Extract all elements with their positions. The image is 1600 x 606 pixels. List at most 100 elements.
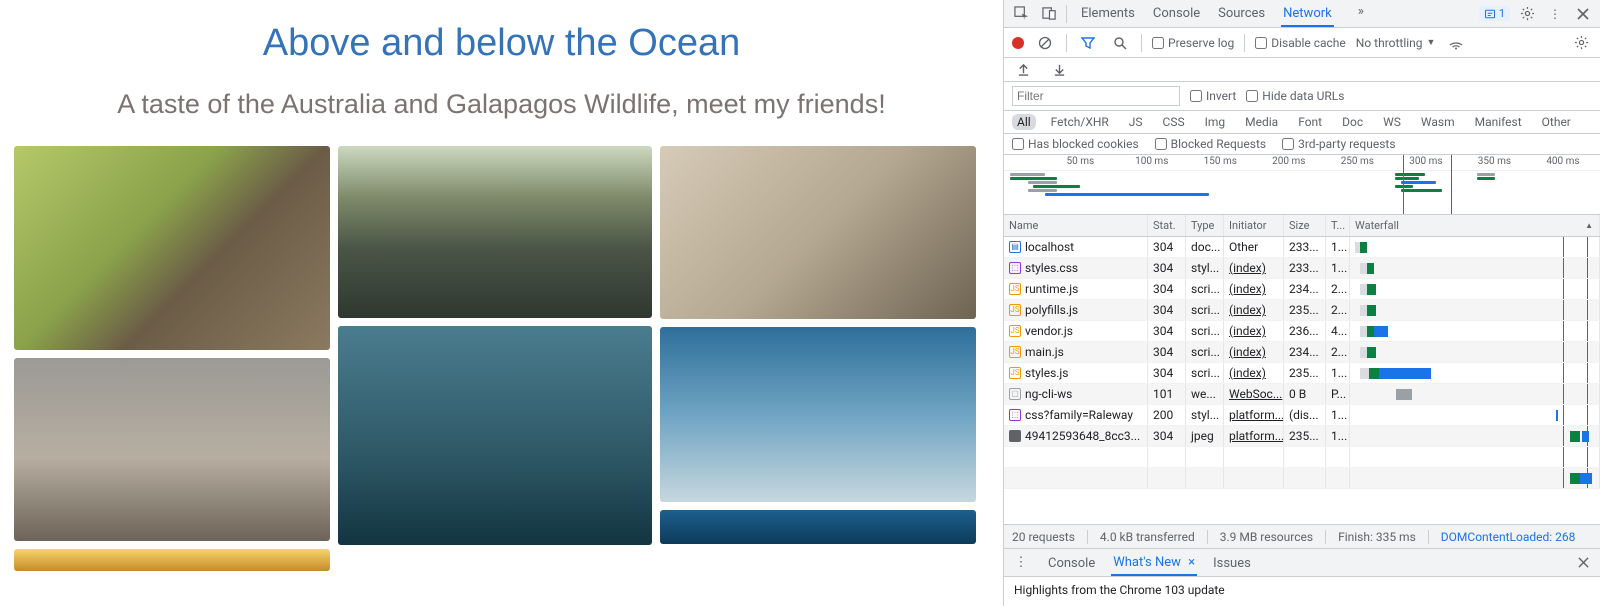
tab-sources[interactable]: Sources bbox=[1216, 1, 1267, 27]
filter-input[interactable] bbox=[1012, 86, 1180, 106]
gallery-tile[interactable] bbox=[660, 327, 976, 502]
request-initiator[interactable]: (index) bbox=[1229, 366, 1266, 380]
page-subtitle: A taste of the Australia and Galapagos W… bbox=[14, 89, 989, 120]
tab-network[interactable]: Network bbox=[1281, 1, 1334, 27]
status-transferred: 4.0 kB transferred bbox=[1100, 530, 1195, 544]
request-status: 304 bbox=[1148, 363, 1186, 383]
table-row[interactable]: ⬚styles.css304styl...(index)233...1... bbox=[1004, 258, 1600, 279]
device-toggle-icon[interactable] bbox=[1038, 3, 1060, 25]
request-size: 233... bbox=[1284, 258, 1326, 278]
table-row[interactable]: 49412593648_8cc3...304jpegplatform...235… bbox=[1004, 426, 1600, 447]
table-row[interactable]: ▢ng-cli-ws101we...WebSoc...0 BP... bbox=[1004, 384, 1600, 405]
gallery-tile[interactable] bbox=[14, 146, 330, 350]
filter-chip-css[interactable]: CSS bbox=[1158, 114, 1190, 130]
filter-chip-wasm[interactable]: Wasm bbox=[1416, 114, 1460, 130]
issues-badge[interactable]: 1 bbox=[1479, 6, 1510, 21]
clear-icon[interactable] bbox=[1034, 32, 1056, 54]
table-row[interactable]: JSvendor.js304scri...(index)236...4... bbox=[1004, 321, 1600, 342]
throttling-select[interactable]: No throttling ▼ bbox=[1356, 36, 1436, 50]
gallery-tile[interactable] bbox=[660, 146, 976, 319]
more-tabs-icon[interactable]: » bbox=[1350, 1, 1372, 23]
request-name: ng-cli-ws bbox=[1025, 387, 1072, 401]
table-row[interactable]: JSpolyfills.js304scri...(index)235...2..… bbox=[1004, 300, 1600, 321]
devtools-panel: Elements Console Sources Network » 1 ⋮ bbox=[1003, 0, 1600, 606]
network-conditions-icon[interactable] bbox=[1445, 32, 1467, 54]
drawer-tab-whatsnew[interactable]: What's New × bbox=[1111, 550, 1197, 576]
table-row[interactable] bbox=[1004, 447, 1600, 468]
request-name: vendor.js bbox=[1025, 324, 1073, 338]
kebab-icon[interactable]: ⋮ bbox=[1010, 552, 1032, 574]
drawer-tab-issues[interactable]: Issues bbox=[1211, 551, 1253, 575]
filter-chip-ws[interactable]: WS bbox=[1378, 114, 1406, 130]
invert-checkbox[interactable]: Invert bbox=[1190, 89, 1236, 103]
table-header[interactable]: Name Stat. Type Initiator Size T... Wate… bbox=[1004, 215, 1600, 237]
filter-icon[interactable] bbox=[1077, 32, 1099, 54]
timeline-overview[interactable]: 50 ms100 ms150 ms200 ms250 ms300 ms350 m… bbox=[1004, 155, 1600, 215]
drawer-tab-console[interactable]: Console bbox=[1046, 551, 1097, 575]
request-initiator[interactable]: platform... bbox=[1229, 429, 1284, 443]
gear-icon[interactable] bbox=[1570, 32, 1592, 54]
table-row[interactable] bbox=[1004, 468, 1600, 489]
close-icon[interactable] bbox=[1572, 552, 1594, 574]
disable-cache-checkbox[interactable]: Disable cache bbox=[1255, 36, 1346, 50]
request-initiator[interactable]: (index) bbox=[1229, 345, 1266, 359]
close-icon[interactable] bbox=[1572, 3, 1594, 25]
type-filter-chips: All Fetch/XHR JS CSS Img Media Font Doc WS Wasm Ma… bbox=[1004, 111, 1600, 134]
preserve-log-checkbox[interactable]: Preserve log bbox=[1152, 36, 1234, 50]
inspect-icon[interactable] bbox=[1010, 3, 1032, 25]
filter-chip-all[interactable]: All bbox=[1012, 114, 1036, 130]
file-type-icon: JS bbox=[1009, 367, 1021, 379]
kebab-icon[interactable]: ⋮ bbox=[1544, 3, 1566, 25]
request-status: 304 bbox=[1148, 279, 1186, 299]
gallery-tile[interactable] bbox=[14, 549, 330, 571]
download-icon[interactable] bbox=[1048, 59, 1070, 81]
filter-chip-manifest[interactable]: Manifest bbox=[1470, 114, 1527, 130]
close-icon[interactable]: × bbox=[1188, 555, 1195, 570]
gallery-tile[interactable] bbox=[338, 326, 652, 545]
tab-console[interactable]: Console bbox=[1151, 1, 1202, 27]
request-type: scri... bbox=[1186, 363, 1224, 383]
request-initiator[interactable]: platform... bbox=[1229, 408, 1284, 422]
request-size: 236... bbox=[1284, 321, 1326, 341]
page-title: Above and below the Ocean bbox=[14, 22, 989, 65]
request-type: doc... bbox=[1186, 237, 1224, 257]
status-dcl: DOMContentLoaded: 268 bbox=[1441, 530, 1576, 544]
third-party-checkbox[interactable]: 3rd-party requests bbox=[1282, 137, 1395, 151]
upload-icon[interactable] bbox=[1012, 59, 1034, 81]
table-row[interactable]: JSstyles.js304scri...(index)235...1... bbox=[1004, 363, 1600, 384]
search-icon[interactable] bbox=[1109, 32, 1131, 54]
gallery-tile[interactable] bbox=[660, 510, 976, 544]
ruler-tick: 300 ms bbox=[1409, 156, 1442, 167]
blocked-cookies-checkbox[interactable]: Has blocked cookies bbox=[1012, 137, 1139, 151]
gear-icon[interactable] bbox=[1516, 3, 1538, 25]
table-row[interactable]: JSruntime.js304scri...(index)234...2... bbox=[1004, 279, 1600, 300]
filter-chip-js[interactable]: JS bbox=[1124, 114, 1148, 130]
request-initiator[interactable]: (index) bbox=[1229, 303, 1266, 317]
hide-data-urls-checkbox[interactable]: Hide data URLs bbox=[1246, 89, 1344, 103]
filter-chip-other[interactable]: Other bbox=[1537, 114, 1576, 130]
table-row[interactable]: ▤localhost304doc...Other233...1... bbox=[1004, 237, 1600, 258]
gallery-tile[interactable] bbox=[14, 358, 330, 541]
request-name: runtime.js bbox=[1025, 282, 1078, 296]
request-size: 233... bbox=[1284, 237, 1326, 257]
request-initiator[interactable]: (index) bbox=[1229, 282, 1266, 296]
filter-chip-doc[interactable]: Doc bbox=[1337, 114, 1368, 130]
table-row[interactable]: ⬚css?family=Raleway200styl...platform...… bbox=[1004, 405, 1600, 426]
table-row[interactable]: JSmain.js304scri...(index)234...2... bbox=[1004, 342, 1600, 363]
request-initiator[interactable]: (index) bbox=[1229, 261, 1266, 275]
request-initiator[interactable]: (index) bbox=[1229, 324, 1266, 338]
request-waterfall bbox=[1350, 279, 1600, 299]
gallery-tile[interactable] bbox=[338, 146, 652, 318]
filter-chip-font[interactable]: Font bbox=[1293, 114, 1327, 130]
ruler-tick: 100 ms bbox=[1135, 156, 1168, 167]
filter-chip-img[interactable]: Img bbox=[1200, 114, 1231, 130]
record-icon[interactable] bbox=[1012, 37, 1024, 49]
tab-elements[interactable]: Elements bbox=[1079, 1, 1137, 27]
filter-chip-fetchxhr[interactable]: Fetch/XHR bbox=[1046, 114, 1114, 130]
filter-chip-media[interactable]: Media bbox=[1240, 114, 1283, 130]
request-initiator[interactable]: WebSoc... bbox=[1229, 387, 1282, 401]
network-status-bar: 20 requests 4.0 kB transferred 3.9 MB re… bbox=[1004, 524, 1600, 548]
request-status: 304 bbox=[1148, 426, 1186, 446]
blocked-requests-checkbox[interactable]: Blocked Requests bbox=[1155, 137, 1266, 151]
request-time: 1... bbox=[1326, 363, 1350, 383]
